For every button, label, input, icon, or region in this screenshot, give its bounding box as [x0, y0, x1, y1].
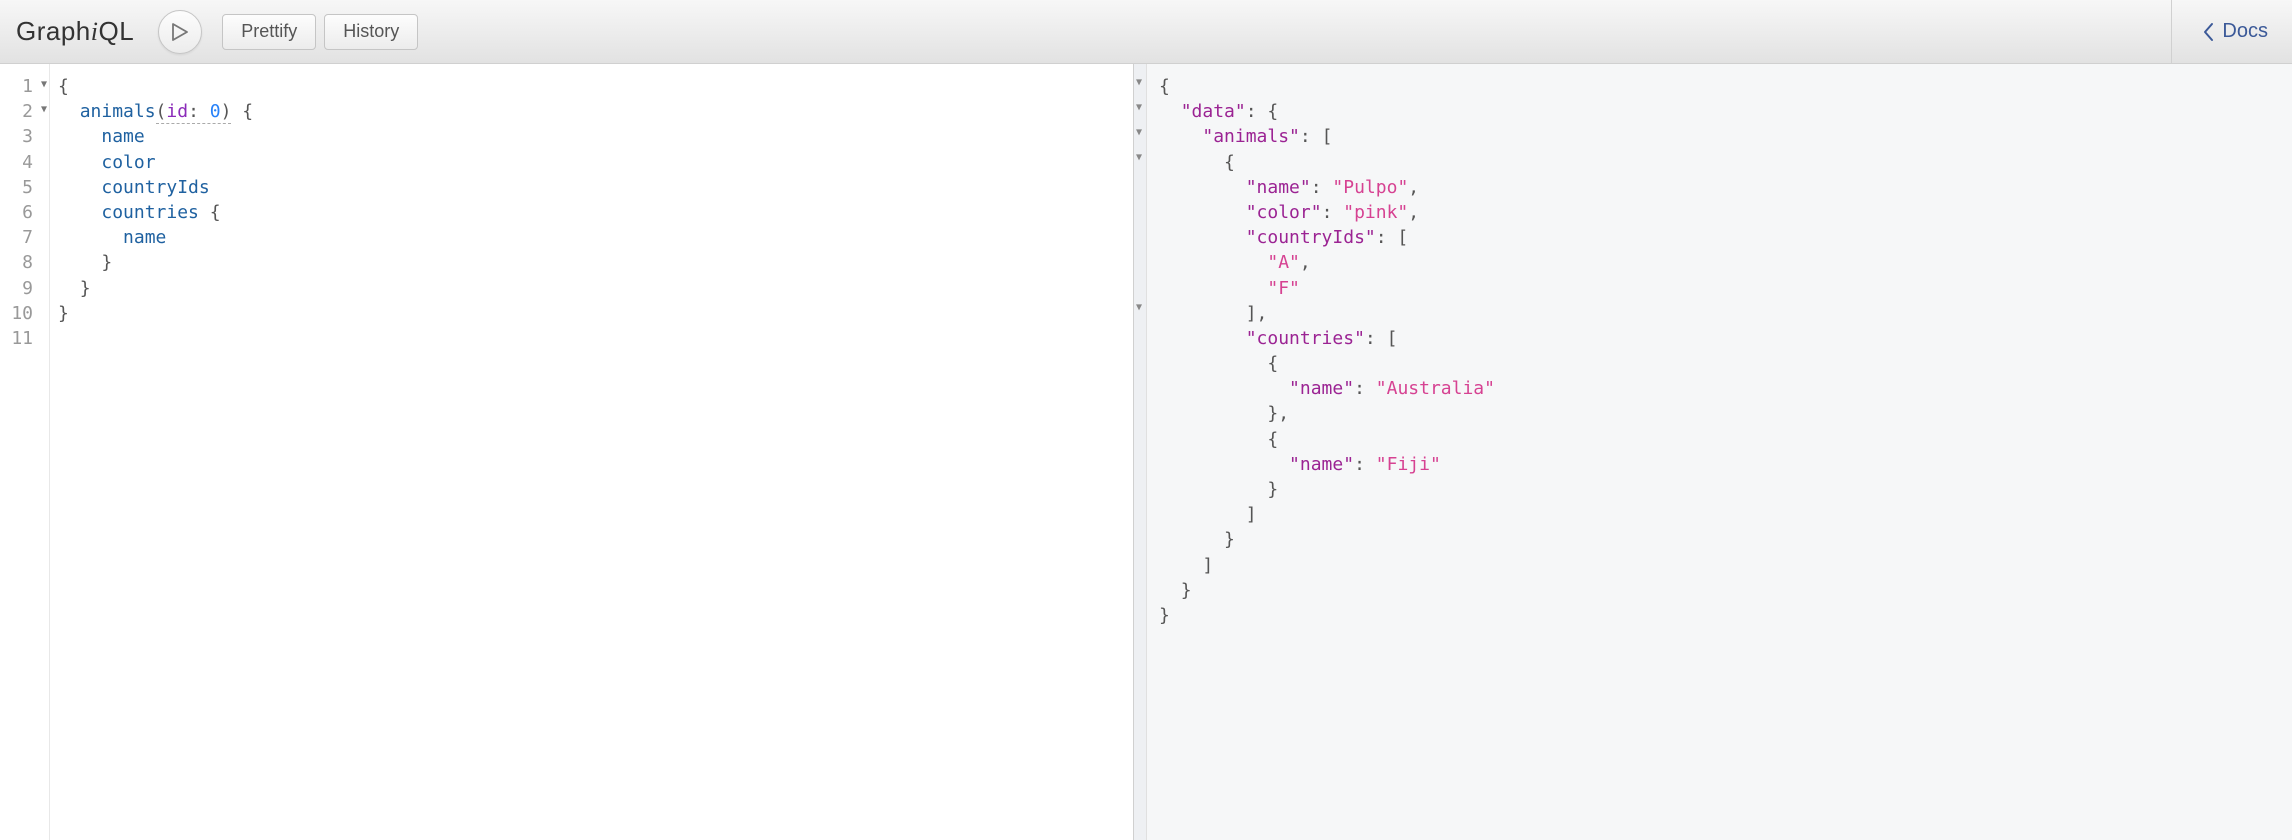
- toolbar-buttons: Prettify History: [222, 14, 418, 50]
- json-key: "name": [1289, 454, 1354, 475]
- logo-text-post: QL: [99, 16, 135, 46]
- json-key: "countryIds": [1246, 227, 1376, 248]
- query-field: name: [101, 126, 144, 147]
- line-number: 5: [22, 177, 33, 198]
- query-field: name: [123, 227, 166, 248]
- line-number: 4: [22, 152, 33, 173]
- docs-button[interactable]: Docs: [2202, 20, 2276, 43]
- json-key: "name": [1289, 378, 1354, 399]
- fold-icon[interactable]: ▼: [1136, 76, 1142, 90]
- docs-label: Docs: [2222, 20, 2268, 43]
- query-field: animals: [80, 101, 156, 122]
- toolbar: GraphiQL Prettify History Docs: [0, 0, 2292, 64]
- fold-icon[interactable]: ▼: [1136, 151, 1142, 165]
- fold-icon[interactable]: ▼: [41, 103, 47, 117]
- json-string: "Pulpo": [1332, 177, 1408, 198]
- json-key: "data": [1181, 101, 1246, 122]
- line-number: 7: [22, 227, 33, 248]
- json-string: "Australia": [1376, 378, 1495, 399]
- execute-button[interactable]: [158, 10, 202, 54]
- json-string: "F": [1267, 278, 1300, 299]
- chevron-left-icon: [2202, 22, 2216, 42]
- app-logo: GraphiQL: [16, 16, 134, 47]
- result-viewer[interactable]: { "data": { "animals": [ { "name": "Pulp…: [1147, 64, 2292, 840]
- json-string: "Fiji": [1376, 454, 1441, 475]
- logo-text-pre: Graph: [16, 16, 91, 46]
- line-number: 6: [22, 202, 33, 223]
- query-pane: 1 ▼ 2 ▼ 3 4 5 6 7 8 9 10 11 { animals(id: …: [0, 64, 1133, 840]
- query-field: color: [101, 152, 155, 173]
- fold-icon[interactable]: ▼: [41, 78, 47, 92]
- json-string: "pink": [1343, 202, 1408, 223]
- json-key: "name": [1246, 177, 1311, 198]
- history-button[interactable]: History: [324, 14, 418, 50]
- line-number: 8: [22, 252, 33, 273]
- query-editor[interactable]: { animals(id: 0) { name color countryIds…: [50, 64, 1133, 840]
- json-key: "countries": [1246, 328, 1365, 349]
- json-key: "animals": [1202, 126, 1300, 147]
- line-number: 2: [22, 101, 33, 122]
- line-number: 11: [11, 328, 33, 349]
- history-label: History: [343, 21, 399, 42]
- fold-icon[interactable]: ▼: [1136, 101, 1142, 115]
- fold-icon[interactable]: ▼: [1136, 301, 1142, 315]
- json-string: "A": [1267, 252, 1300, 273]
- prettify-label: Prettify: [241, 21, 297, 42]
- splitter[interactable]: ▼ ▼ ▼ ▼ ▼ ▼ ▼ ▼ ▼ ▼: [1133, 64, 1147, 840]
- line-number: 10: [11, 303, 33, 324]
- play-icon: [172, 23, 188, 41]
- line-number: 9: [22, 278, 33, 299]
- line-number: 1: [22, 76, 33, 97]
- json-key: "color": [1246, 202, 1322, 223]
- line-gutter: 1 ▼ 2 ▼ 3 4 5 6 7 8 9 10 11: [0, 64, 50, 840]
- editor-area: 1 ▼ 2 ▼ 3 4 5 6 7 8 9 10 11 { animals(id: …: [0, 64, 2292, 840]
- logo-text-i: i: [91, 17, 99, 46]
- divider: [2171, 0, 2172, 64]
- prettify-button[interactable]: Prettify: [222, 14, 316, 50]
- query-arg-value: 0: [210, 101, 221, 122]
- fold-icon[interactable]: ▼: [1136, 126, 1142, 140]
- line-number: 3: [22, 126, 33, 147]
- result-fold-column: ▼ ▼ ▼ ▼ ▼ ▼ ▼ ▼ ▼ ▼: [1136, 76, 1142, 315]
- query-field: countryIds: [101, 177, 209, 198]
- query-field: countries: [101, 202, 199, 223]
- query-arg-name: id: [166, 101, 188, 122]
